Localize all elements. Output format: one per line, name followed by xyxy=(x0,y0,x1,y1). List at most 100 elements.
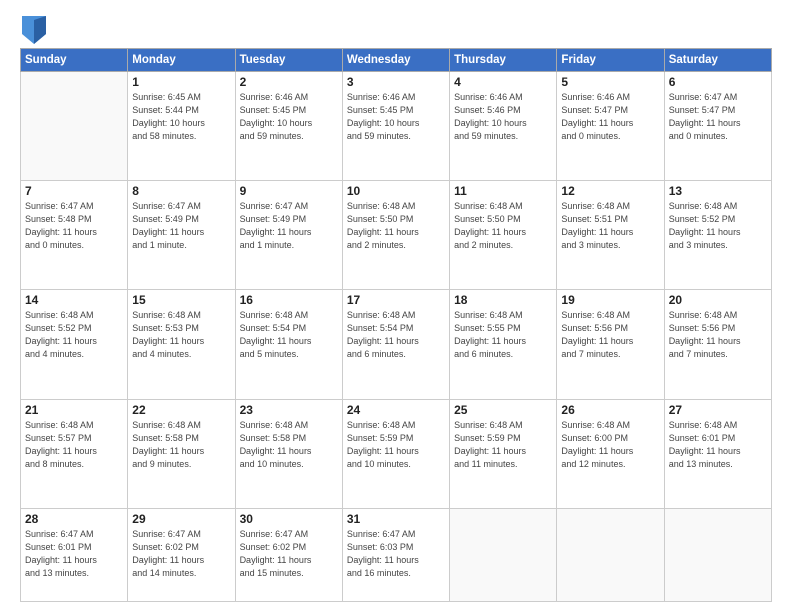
day-number: 8 xyxy=(132,184,230,198)
day-info: Sunrise: 6:47 AM Sunset: 5:49 PM Dayligh… xyxy=(132,200,230,252)
day-info: Sunrise: 6:48 AM Sunset: 5:59 PM Dayligh… xyxy=(454,419,552,471)
calendar-header-row: SundayMondayTuesdayWednesdayThursdayFrid… xyxy=(21,49,772,72)
day-info: Sunrise: 6:47 AM Sunset: 6:02 PM Dayligh… xyxy=(132,528,230,580)
day-number: 4 xyxy=(454,75,552,89)
day-number: 28 xyxy=(25,512,123,526)
day-number: 9 xyxy=(240,184,338,198)
day-info: Sunrise: 6:46 AM Sunset: 5:47 PM Dayligh… xyxy=(561,91,659,143)
calendar-week-row: 21 Sunrise: 6:48 AM Sunset: 5:57 PM Dayli… xyxy=(21,399,772,508)
day-info: Sunrise: 6:48 AM Sunset: 5:58 PM Dayligh… xyxy=(240,419,338,471)
day-number: 7 xyxy=(25,184,123,198)
calendar-cell xyxy=(557,508,664,601)
day-info: Sunrise: 6:48 AM Sunset: 5:52 PM Dayligh… xyxy=(25,309,123,361)
day-info: Sunrise: 6:47 AM Sunset: 6:02 PM Dayligh… xyxy=(240,528,338,580)
calendar-week-row: 28Sunrise: 6:47 AM Sunset: 6:01 PM Dayli… xyxy=(21,508,772,601)
calendar-cell: 2 Sunrise: 6:46 AM Sunset: 5:45 PM Daylig… xyxy=(235,72,342,181)
calendar-header-monday: Monday xyxy=(128,49,235,72)
day-number: 20 xyxy=(669,293,767,307)
day-number: 24 xyxy=(347,403,445,417)
calendar-cell: 5 Sunrise: 6:46 AM Sunset: 5:47 PM Daylig… xyxy=(557,72,664,181)
day-number: 12 xyxy=(561,184,659,198)
calendar-cell: 26 Sunrise: 6:48 AM Sunset: 6:00 PM Dayli… xyxy=(557,399,664,508)
day-info: Sunrise: 6:48 AM Sunset: 6:00 PM Dayligh… xyxy=(561,419,659,471)
day-info: Sunrise: 6:46 AM Sunset: 5:45 PM Dayligh… xyxy=(240,91,338,143)
calendar-header-thursday: Thursday xyxy=(450,49,557,72)
calendar-cell: 31 Sunrise: 6:47 AM Sunset: 6:03 PM Dayli… xyxy=(342,508,449,601)
calendar-cell: 23 Sunrise: 6:48 AM Sunset: 5:58 PM Dayli… xyxy=(235,399,342,508)
day-number: 23 xyxy=(240,403,338,417)
calendar-cell: 6Sunrise: 6:47 AM Sunset: 5:47 PM Daylig… xyxy=(664,72,771,181)
calendar-cell: 1Sunrise: 6:45 AM Sunset: 5:44 PM Daylig… xyxy=(128,72,235,181)
calendar-cell: 15 Sunrise: 6:48 AM Sunset: 5:53 PM Dayli… xyxy=(128,290,235,399)
calendar-cell: 27Sunrise: 6:48 AM Sunset: 6:01 PM Dayli… xyxy=(664,399,771,508)
day-info: Sunrise: 6:47 AM Sunset: 5:47 PM Dayligh… xyxy=(669,91,767,143)
day-number: 5 xyxy=(561,75,659,89)
header xyxy=(20,16,772,40)
day-info: Sunrise: 6:48 AM Sunset: 5:53 PM Dayligh… xyxy=(132,309,230,361)
day-number: 17 xyxy=(347,293,445,307)
calendar-cell: 8 Sunrise: 6:47 AM Sunset: 5:49 PM Daylig… xyxy=(128,181,235,290)
day-number: 2 xyxy=(240,75,338,89)
calendar-header-saturday: Saturday xyxy=(664,49,771,72)
day-info: Sunrise: 6:48 AM Sunset: 5:56 PM Dayligh… xyxy=(669,309,767,361)
day-number: 30 xyxy=(240,512,338,526)
calendar-cell: 28Sunrise: 6:47 AM Sunset: 6:01 PM Dayli… xyxy=(21,508,128,601)
calendar-cell xyxy=(450,508,557,601)
calendar-cell: 21 Sunrise: 6:48 AM Sunset: 5:57 PM Dayli… xyxy=(21,399,128,508)
calendar-cell: 16Sunrise: 6:48 AM Sunset: 5:54 PM Dayli… xyxy=(235,290,342,399)
calendar-cell: 18 Sunrise: 6:48 AM Sunset: 5:55 PM Dayli… xyxy=(450,290,557,399)
calendar-week-row: 1Sunrise: 6:45 AM Sunset: 5:44 PM Daylig… xyxy=(21,72,772,181)
calendar-cell: 11 Sunrise: 6:48 AM Sunset: 5:50 PM Dayli… xyxy=(450,181,557,290)
day-number: 25 xyxy=(454,403,552,417)
day-number: 21 xyxy=(25,403,123,417)
day-number: 29 xyxy=(132,512,230,526)
calendar-header-friday: Friday xyxy=(557,49,664,72)
day-info: Sunrise: 6:47 AM Sunset: 5:49 PM Dayligh… xyxy=(240,200,338,252)
calendar-cell: 24 Sunrise: 6:48 AM Sunset: 5:59 PM Dayli… xyxy=(342,399,449,508)
calendar-week-row: 14 Sunrise: 6:48 AM Sunset: 5:52 PM Dayli… xyxy=(21,290,772,399)
day-number: 11 xyxy=(454,184,552,198)
calendar-cell: 25 Sunrise: 6:48 AM Sunset: 5:59 PM Dayli… xyxy=(450,399,557,508)
day-number: 14 xyxy=(25,293,123,307)
day-info: Sunrise: 6:48 AM Sunset: 5:50 PM Dayligh… xyxy=(454,200,552,252)
calendar-header-tuesday: Tuesday xyxy=(235,49,342,72)
day-number: 13 xyxy=(669,184,767,198)
calendar-cell: 7 Sunrise: 6:47 AM Sunset: 5:48 PM Daylig… xyxy=(21,181,128,290)
calendar-table: SundayMondayTuesdayWednesdayThursdayFrid… xyxy=(20,48,772,602)
day-info: Sunrise: 6:45 AM Sunset: 5:44 PM Dayligh… xyxy=(132,91,230,143)
day-info: Sunrise: 6:47 AM Sunset: 5:48 PM Dayligh… xyxy=(25,200,123,252)
calendar-cell: 30 Sunrise: 6:47 AM Sunset: 6:02 PM Dayli… xyxy=(235,508,342,601)
day-info: Sunrise: 6:48 AM Sunset: 5:57 PM Dayligh… xyxy=(25,419,123,471)
calendar-cell xyxy=(21,72,128,181)
day-number: 22 xyxy=(132,403,230,417)
day-info: Sunrise: 6:48 AM Sunset: 5:51 PM Dayligh… xyxy=(561,200,659,252)
calendar-cell: 14 Sunrise: 6:48 AM Sunset: 5:52 PM Dayli… xyxy=(21,290,128,399)
page: SundayMondayTuesdayWednesdayThursdayFrid… xyxy=(0,0,792,612)
day-number: 31 xyxy=(347,512,445,526)
day-info: Sunrise: 6:46 AM Sunset: 5:45 PM Dayligh… xyxy=(347,91,445,143)
day-number: 3 xyxy=(347,75,445,89)
day-number: 19 xyxy=(561,293,659,307)
calendar-cell: 4 Sunrise: 6:46 AM Sunset: 5:46 PM Daylig… xyxy=(450,72,557,181)
calendar-cell xyxy=(664,508,771,601)
day-info: Sunrise: 6:48 AM Sunset: 5:58 PM Dayligh… xyxy=(132,419,230,471)
day-number: 16 xyxy=(240,293,338,307)
calendar-cell: 20 Sunrise: 6:48 AM Sunset: 5:56 PM Dayli… xyxy=(664,290,771,399)
calendar-header-wednesday: Wednesday xyxy=(342,49,449,72)
day-info: Sunrise: 6:46 AM Sunset: 5:46 PM Dayligh… xyxy=(454,91,552,143)
calendar-cell: 10Sunrise: 6:48 AM Sunset: 5:50 PM Dayli… xyxy=(342,181,449,290)
day-number: 15 xyxy=(132,293,230,307)
calendar-cell: 17Sunrise: 6:48 AM Sunset: 5:54 PM Dayli… xyxy=(342,290,449,399)
calendar-cell: 19Sunrise: 6:48 AM Sunset: 5:56 PM Dayli… xyxy=(557,290,664,399)
day-info: Sunrise: 6:48 AM Sunset: 5:55 PM Dayligh… xyxy=(454,309,552,361)
day-number: 27 xyxy=(669,403,767,417)
day-number: 18 xyxy=(454,293,552,307)
calendar-week-row: 7 Sunrise: 6:47 AM Sunset: 5:48 PM Daylig… xyxy=(21,181,772,290)
calendar-cell: 13Sunrise: 6:48 AM Sunset: 5:52 PM Dayli… xyxy=(664,181,771,290)
day-info: Sunrise: 6:47 AM Sunset: 6:03 PM Dayligh… xyxy=(347,528,445,580)
day-info: Sunrise: 6:48 AM Sunset: 5:59 PM Dayligh… xyxy=(347,419,445,471)
calendar-cell: 9 Sunrise: 6:47 AM Sunset: 5:49 PM Daylig… xyxy=(235,181,342,290)
calendar-header-sunday: Sunday xyxy=(21,49,128,72)
day-number: 10 xyxy=(347,184,445,198)
day-number: 26 xyxy=(561,403,659,417)
